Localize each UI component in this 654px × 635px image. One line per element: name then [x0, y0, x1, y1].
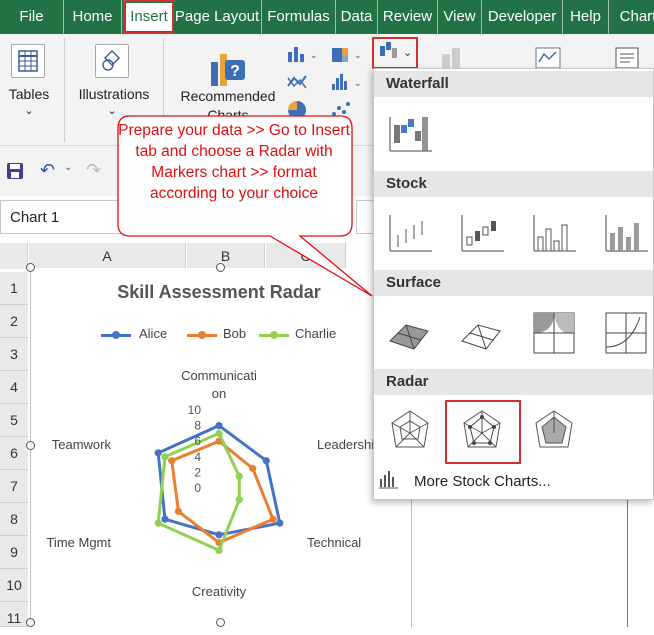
- stock-ohlc-option[interactable]: [456, 207, 508, 259]
- chart-type-dropdown[interactable]: Waterfall Stock Surface Radar More Stock…: [373, 68, 654, 500]
- stock-volume-ohlc-option[interactable]: [600, 207, 652, 259]
- section-surface: Surface: [374, 270, 653, 296]
- filled-radar-option[interactable]: [528, 405, 580, 457]
- contour-option[interactable]: [528, 307, 580, 359]
- stock-volume-hlc-option[interactable]: [528, 207, 580, 259]
- wireframe-surface-option[interactable]: [456, 307, 508, 359]
- callout-text: Prepare your data >> Go to Insert tab an…: [118, 122, 350, 202]
- surface-3d-option[interactable]: [384, 307, 436, 359]
- more-charts-icon: [378, 469, 402, 491]
- more-stock-charts-link[interactable]: More Stock Charts...: [414, 473, 551, 490]
- section-radar: Radar: [374, 369, 653, 395]
- section-stock: Stock: [374, 171, 653, 197]
- section-waterfall: Waterfall: [374, 71, 653, 97]
- waterfall-chart-option[interactable]: [384, 107, 436, 159]
- wireframe-contour-option[interactable]: [600, 307, 652, 359]
- radar-option[interactable]: [384, 405, 436, 457]
- stock-hlc-option[interactable]: [384, 207, 436, 259]
- radar-markers-highlight: [445, 400, 521, 464]
